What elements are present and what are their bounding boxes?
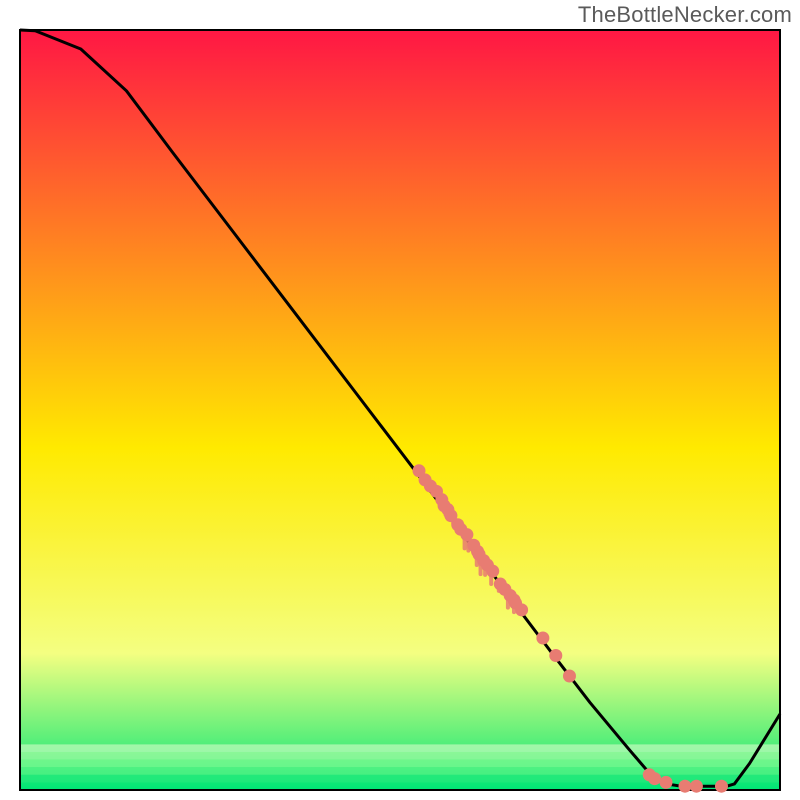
plot-area (20, 30, 780, 793)
data-marker (549, 649, 562, 662)
green-band (20, 744, 780, 752)
green-band (20, 760, 780, 768)
data-marker (460, 528, 473, 541)
data-marker (679, 780, 692, 793)
green-band (20, 752, 780, 760)
data-marker (563, 670, 576, 683)
gradient-background (20, 30, 780, 790)
data-marker (648, 772, 661, 785)
data-marker (715, 780, 728, 793)
data-marker (690, 780, 703, 793)
data-marker (486, 565, 499, 578)
chart-container: TheBottleNecker.com (0, 0, 800, 800)
bottleneck-chart (0, 0, 800, 800)
data-marker (515, 603, 528, 616)
data-marker (536, 632, 549, 645)
watermark-text: TheBottleNecker.com (578, 2, 792, 28)
data-marker (660, 776, 673, 789)
green-band (20, 767, 780, 775)
